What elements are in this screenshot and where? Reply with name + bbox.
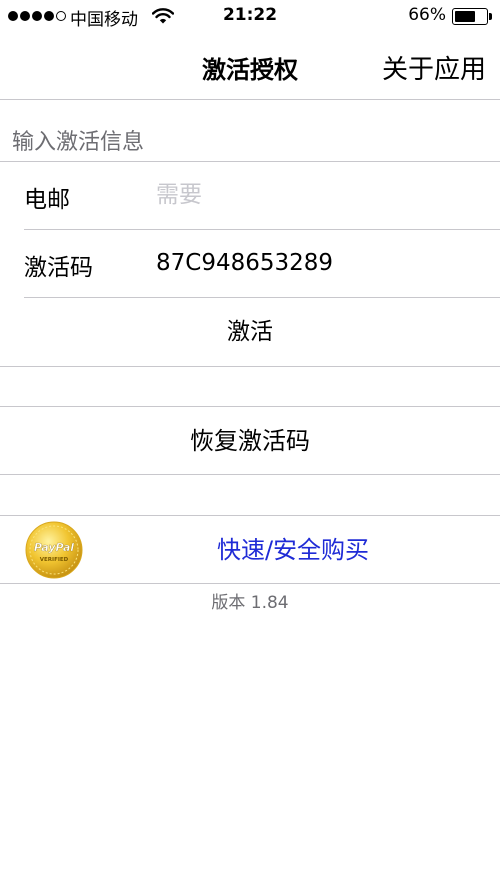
restore-group: 恢复激活码 bbox=[0, 406, 500, 475]
activate-row: 激活 bbox=[0, 298, 500, 366]
navigation-bar: 激活授权 关于应用 bbox=[0, 32, 500, 100]
activation-code-row: 激活码 bbox=[24, 230, 500, 298]
purchase-group: PayPal VERIFIED 快速/安全购买 bbox=[0, 515, 500, 584]
fast-secure-purchase-link[interactable]: 快速/安全购买 bbox=[0, 516, 500, 584]
battery-percent: 66% bbox=[408, 5, 446, 25]
activate-button[interactable]: 激活 bbox=[0, 298, 500, 366]
battery-tip bbox=[489, 13, 492, 20]
status-bar: 中国移动 21:22 66% bbox=[0, 0, 500, 32]
battery-fill bbox=[455, 11, 475, 22]
restore-activation-code-button[interactable]: 恢复激活码 bbox=[0, 407, 500, 475]
section-header: 输入激活信息 bbox=[12, 130, 145, 155]
email-label: 电邮 bbox=[24, 187, 70, 213]
activation-code-field[interactable] bbox=[156, 244, 476, 282]
activation-form-group: 电邮 激活码 激活 bbox=[0, 161, 500, 367]
app-version: 版本 1.84 bbox=[211, 593, 289, 613]
about-app-button[interactable]: 关于应用 bbox=[382, 49, 486, 86]
battery-icon bbox=[452, 8, 488, 25]
activation-code-label: 激活码 bbox=[24, 255, 93, 281]
email-field[interactable] bbox=[156, 176, 476, 214]
email-row: 电邮 bbox=[24, 162, 500, 230]
